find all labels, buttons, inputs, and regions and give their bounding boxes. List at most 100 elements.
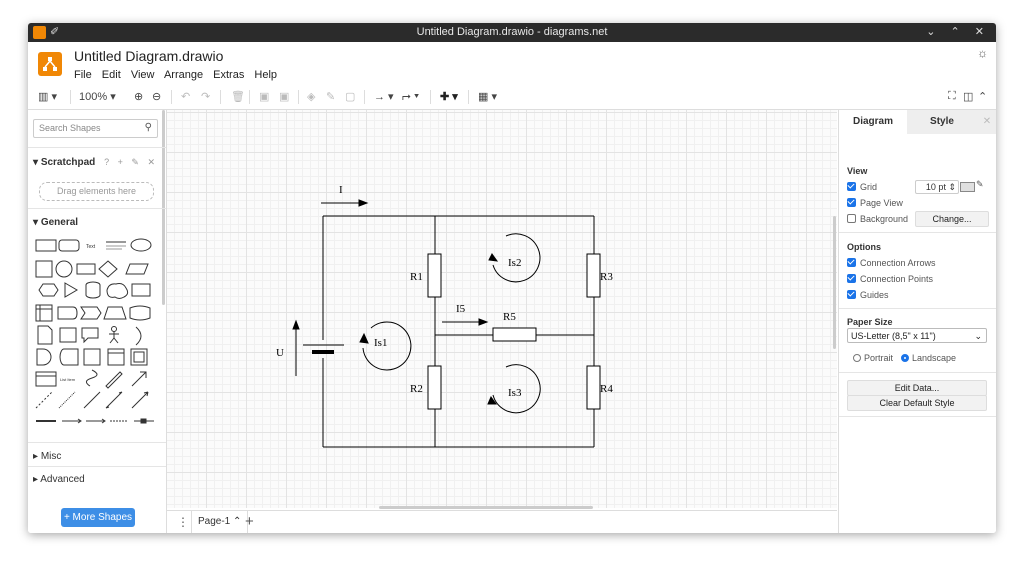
scratchpad-dropzone[interactable]: Drag elements here xyxy=(39,182,154,201)
menu-file[interactable]: File xyxy=(74,69,92,81)
label-r2[interactable]: R2 xyxy=(410,383,423,395)
menu-extras[interactable]: Extras xyxy=(213,69,244,81)
collapse-icon[interactable]: ⌃ xyxy=(978,90,987,103)
undo-icon[interactable]: ↶ xyxy=(181,90,190,103)
fill-color-icon[interactable]: ◈ xyxy=(307,90,315,103)
to-back-icon[interactable]: ▣ xyxy=(279,90,289,103)
waypoints-icon[interactable]: ⮣ ▾ xyxy=(402,90,419,103)
general-header[interactable]: ▾ General xyxy=(33,217,78,228)
page-tab[interactable]: Page-1 ⌃ xyxy=(191,511,249,533)
view-section-title: View xyxy=(847,166,868,176)
label-r4[interactable]: R4 xyxy=(600,383,613,395)
page-view-checkbox[interactable]: Page View xyxy=(847,198,903,208)
line-color-icon[interactable]: ✎ xyxy=(326,90,335,103)
checkbox-unchecked-icon xyxy=(847,214,856,223)
chevron-down-icon: ⌄ xyxy=(974,331,982,341)
fullscreen-icon[interactable]: ⛶ xyxy=(948,90,956,103)
canvas-vertical-scrollbar[interactable] xyxy=(833,216,836,349)
label-is2[interactable]: Is2 xyxy=(508,257,521,269)
label-i[interactable]: I xyxy=(339,184,343,196)
canvas-horizontal-scrollbar[interactable] xyxy=(379,506,593,509)
checkbox-checked-icon xyxy=(847,182,856,191)
svg-text:Text: Text xyxy=(86,244,96,250)
window-title: Untitled Diagram.drawio - diagrams.net xyxy=(416,26,608,38)
grid-color-swatch[interactable] xyxy=(960,182,975,192)
portrait-radio[interactable]: Portrait xyxy=(853,353,893,363)
checkbox-checked-icon xyxy=(847,258,856,267)
diagram-canvas[interactable]: I U I5 R1 R2 R3 R4 R5 Is1 Is2 Is3 xyxy=(167,110,837,508)
label-is1[interactable]: Is1 xyxy=(374,337,387,349)
radio-unselected-icon xyxy=(853,354,861,362)
redo-icon[interactable]: ↷ xyxy=(201,90,210,103)
label-r1[interactable]: R1 xyxy=(410,271,423,283)
page-menu-icon[interactable]: ⋮ xyxy=(177,515,189,529)
zoom-out-icon[interactable]: ⊖ xyxy=(152,90,161,103)
label-is3[interactable]: Is3 xyxy=(508,387,522,399)
delete-icon[interactable]: 🗑 xyxy=(231,90,245,103)
connection-icon[interactable]: → ▾ xyxy=(374,90,394,103)
menu-edit[interactable]: Edit xyxy=(102,69,121,81)
search-placeholder: Search Shapes xyxy=(39,123,101,133)
resistor-r4 xyxy=(586,365,601,410)
grid-checkbox[interactable]: Grid xyxy=(847,182,877,192)
zoom-select[interactable]: 100% ▾ xyxy=(79,90,116,103)
panel-toggle-icon[interactable]: ◫ xyxy=(963,90,973,103)
theme-sun-icon[interactable]: ☼ xyxy=(977,46,988,60)
app-window: ✐ Untitled Diagram.drawio - diagrams.net… xyxy=(28,23,996,533)
landscape-label: Landscape xyxy=(912,353,957,363)
zoom-in-icon[interactable]: ⊕ xyxy=(134,90,143,103)
misc-header[interactable]: ▸ Misc xyxy=(33,451,61,462)
edit-data-button[interactable]: Edit Data... xyxy=(847,380,987,396)
scratchpad-header[interactable]: ▾ Scratchpad xyxy=(33,157,95,168)
menu-arrange[interactable]: Arrange xyxy=(164,69,203,81)
advanced-header[interactable]: ▸ Advanced xyxy=(33,474,85,485)
paper-size-select[interactable]: US-Letter (8,5" x 11") ⌄ xyxy=(847,328,987,343)
misc-title: Misc xyxy=(40,451,62,462)
menu-help[interactable]: Help xyxy=(254,69,277,81)
document-title[interactable]: Untitled Diagram.drawio xyxy=(74,48,223,64)
svg-text:List Item: List Item xyxy=(60,377,76,382)
label-i5[interactable]: I5 xyxy=(456,303,466,315)
close-panel-icon[interactable]: ✕ xyxy=(977,110,996,134)
options-section-title: Options xyxy=(847,242,881,252)
more-shapes-button[interactable]: + More Shapes xyxy=(61,508,135,527)
connection-arrows-checkbox[interactable]: Connection Arrows xyxy=(847,258,936,268)
insert-icon[interactable]: ✚ ▾ xyxy=(440,90,458,103)
format-panel: Diagram Style ✕ View Grid 10 pt ⇕ ✎ Page… xyxy=(838,110,996,533)
tab-diagram[interactable]: Diagram xyxy=(839,110,907,134)
change-background-button[interactable]: Change... xyxy=(915,211,989,227)
grid-size-input[interactable]: 10 pt ⇕ xyxy=(915,180,959,194)
guides-checkbox[interactable]: Guides xyxy=(847,290,889,300)
background-checkbox[interactable]: Background xyxy=(847,214,908,224)
label-r3[interactable]: R3 xyxy=(600,271,613,283)
scratchpad-controls[interactable]: ? + ✎ ✕ xyxy=(104,157,158,168)
drawio-logo-icon xyxy=(38,52,62,76)
label-r5[interactable]: R5 xyxy=(503,311,516,323)
pencil-icon[interactable]: ✎ xyxy=(976,179,984,190)
general-shapes-palette[interactable]: Text List Item xyxy=(34,228,162,428)
clear-default-style-button[interactable]: Clear Default Style xyxy=(847,395,987,411)
format-panel-toggle-icon[interactable]: ▥ ▾ xyxy=(38,90,57,103)
add-page-icon[interactable]: + xyxy=(245,513,254,530)
zoom-value: 100% xyxy=(79,91,108,103)
to-front-icon[interactable]: ▣ xyxy=(259,90,269,103)
checkbox-checked-icon xyxy=(847,198,856,207)
shadow-icon[interactable]: ▢ xyxy=(345,90,355,103)
table-icon[interactable]: ▦ ▾ xyxy=(478,90,497,103)
label-u[interactable]: U xyxy=(276,347,284,359)
connection-points-checkbox[interactable]: Connection Points xyxy=(847,274,933,284)
window-controls[interactable]: ⌄ ⌃ ✕ xyxy=(926,25,990,38)
resistor-r3 xyxy=(586,253,601,298)
background-label: Background xyxy=(860,214,909,224)
search-shapes-input[interactable]: Search Shapes ⚲ xyxy=(33,119,158,138)
tab-style[interactable]: Style xyxy=(907,110,977,134)
page-tabs-bar: ⋮ Page-1 ⌃ + xyxy=(167,510,837,533)
title-bar: ✐ Untitled Diagram.drawio - diagrams.net… xyxy=(28,23,996,42)
radio-selected-icon xyxy=(901,354,909,362)
resistor-r2 xyxy=(427,365,442,410)
search-icon[interactable]: ⚲ xyxy=(145,122,152,133)
menu-view[interactable]: View xyxy=(131,69,155,81)
landscape-radio[interactable]: Landscape xyxy=(901,353,956,363)
grid-label: Grid xyxy=(860,182,878,192)
scratchpad-title: Scratchpad xyxy=(40,157,96,168)
